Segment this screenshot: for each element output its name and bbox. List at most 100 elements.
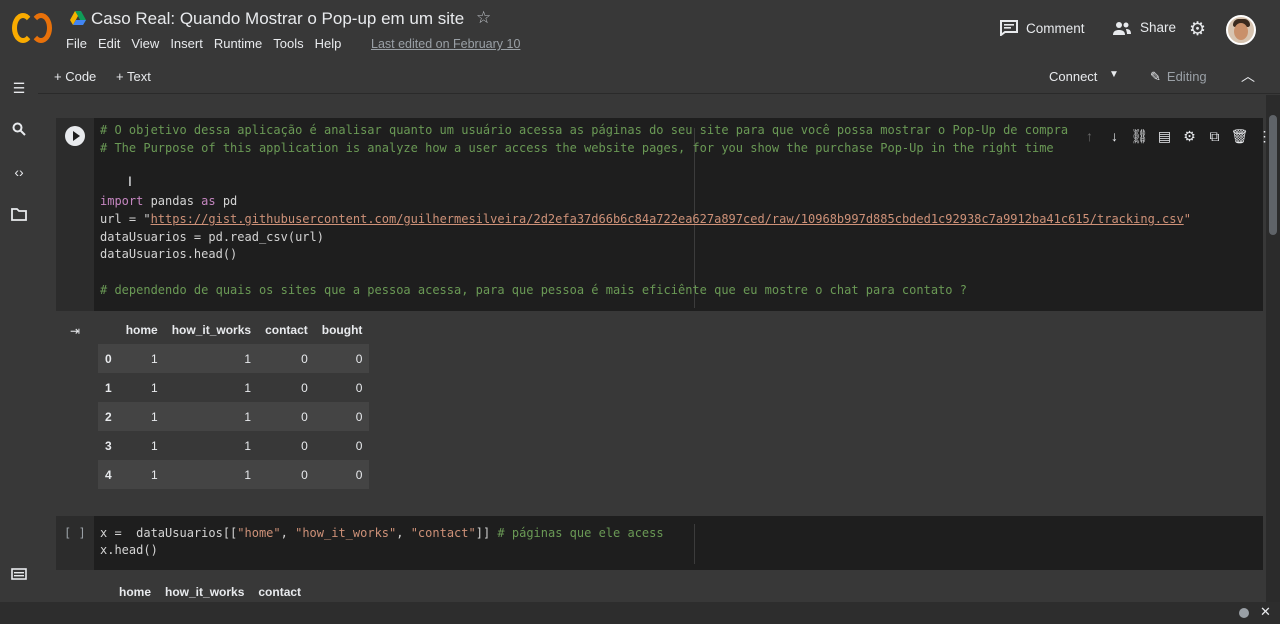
drive-icon[interactable] (70, 11, 86, 25)
last-edited-link[interactable]: Last edited on February 10 (371, 37, 520, 51)
move-down-icon[interactable]: ↓ (1102, 126, 1127, 146)
table-row: 4 1 1 0 0 (98, 460, 370, 489)
move-up-icon[interactable]: ↑ (1077, 126, 1102, 146)
column-header: home (119, 584, 152, 599)
table-cell: 1 (244, 380, 252, 395)
search-icon[interactable] (11, 122, 27, 138)
comment-label: Comment (1026, 20, 1085, 36)
menu-edit[interactable]: Edit (98, 36, 120, 51)
files-icon[interactable] (11, 208, 27, 224)
chevron-down-icon[interactable]: ▼ (1109, 69, 1119, 80)
avatar[interactable] (1226, 15, 1256, 45)
table-cell: 1 (244, 467, 252, 482)
table-cell: 1 (244, 351, 252, 366)
status-indicator-icon[interactable] (1239, 608, 1249, 618)
notebook-title[interactable]: Caso Real: Quando Mostrar o Pop-up em um… (91, 9, 464, 29)
dataframe-table: home how_it_works contact bought 0 1 1 0 0 1 1… (98, 315, 370, 489)
table-cell: 0 (301, 351, 308, 366)
comment-button[interactable]: Comment (1000, 20, 1085, 36)
run-cell-button[interactable] (65, 126, 85, 146)
cell-gutter (56, 516, 94, 570)
row-index: 1 (105, 380, 112, 395)
notebook-toolbar: + Code + Text Connect ▼ ✎ Editing ︿ (38, 62, 1280, 94)
left-rail: ☰ ‹› (0, 62, 38, 602)
code-line[interactable]: dataUsuarios.head() (100, 246, 237, 264)
comment-cell-icon[interactable]: ▤ (1152, 126, 1177, 146)
add-text-button[interactable]: + Text (116, 69, 151, 84)
delete-icon[interactable]: 🗑 (1227, 126, 1252, 146)
cell-toolbar: ↑ ↓ ⛓ ▤ ⚙ ⧉ 🗑 ⋮ (1077, 126, 1266, 146)
star-icon[interactable]: ☆ (476, 8, 491, 28)
code-line[interactable]: # dependendo de quais os sites que a pes… (100, 282, 967, 300)
output-icon[interactable]: ⇥ (70, 324, 84, 338)
mirror-cell-icon[interactable]: ⧉ (1202, 126, 1227, 146)
code-line[interactable]: url = "https://gist.githubusercontent.co… (100, 211, 1191, 229)
table-cell: 1 (151, 438, 158, 453)
table-cell: 0 (301, 380, 308, 395)
table-row: 0 1 1 0 0 (98, 344, 370, 373)
share-button[interactable]: Share (1112, 20, 1176, 35)
table-cell: 0 (355, 351, 363, 366)
settings-icon[interactable]: ⚙ (1177, 126, 1202, 146)
pencil-icon: ✎ (1150, 69, 1161, 84)
table-cell: 1 (244, 409, 252, 424)
menu-view[interactable]: View (131, 36, 159, 51)
table-row: 3 1 1 0 0 (98, 431, 370, 460)
menu-runtime[interactable]: Runtime (214, 36, 262, 51)
menu-tools[interactable]: Tools (273, 36, 303, 51)
link-icon[interactable]: ⛓ (1127, 126, 1152, 146)
app-header: Caso Real: Quando Mostrar o Pop-up em um… (0, 0, 1280, 62)
table-header-row: home how_it_works contact bought (98, 315, 369, 344)
toc-icon[interactable]: ☰ (11, 80, 27, 96)
close-icon[interactable]: ✕ (1260, 604, 1271, 620)
editing-label: Editing (1166, 69, 1207, 84)
add-code-button[interactable]: + Code (54, 69, 96, 84)
dataframe-table: home how_it_works contact (98, 577, 308, 602)
connect-button[interactable]: Connect (1049, 69, 1097, 84)
table-cell: 0 (355, 467, 363, 482)
scrollbar-thumb[interactable] (1269, 115, 1277, 235)
table-cell: 1 (151, 351, 158, 366)
column-header: contact (258, 584, 302, 599)
menu-file[interactable]: File (66, 36, 87, 51)
menu-help[interactable]: Help (315, 36, 342, 51)
status-bar: ✕ (0, 602, 1280, 624)
comment-icon (1000, 20, 1018, 36)
code-line[interactable]: x.head() (100, 542, 158, 560)
code-cell[interactable]: ↑ ↓ ⛓ ▤ ⚙ ⧉ 🗑 ⋮ # O objetivo dessa aplic… (56, 118, 1266, 311)
code-snippets-icon[interactable]: ‹› (11, 164, 27, 180)
colab-logo[interactable] (12, 13, 52, 43)
column-header: contact (265, 322, 308, 337)
code-cell[interactable]: [ ] x = dataUsuarios[["home", "how_it_wo… (56, 516, 1263, 570)
chevron-up-icon[interactable]: ︿ (1241, 66, 1255, 86)
more-options-icon[interactable]: ⋮ (1252, 126, 1267, 146)
row-index: 3 (105, 438, 112, 453)
url-link[interactable]: https://gist.githubusercontent.com/guilh… (151, 212, 1184, 226)
gear-icon[interactable]: ⚙ (1189, 18, 1206, 41)
table-cell: 1 (151, 380, 158, 395)
share-icon (1113, 21, 1131, 35)
table-cell: 0 (301, 438, 308, 453)
editing-indicator[interactable]: ✎ Editing (1150, 69, 1207, 85)
scrollbar[interactable] (1266, 95, 1280, 602)
terminal-icon[interactable] (11, 567, 27, 583)
code-line[interactable]: # O objetivo dessa aplicação é analisar … (100, 122, 1068, 140)
code-line[interactable]: import pandas as pd (100, 193, 237, 211)
table-cell: 1 (151, 467, 158, 482)
execution-prompt[interactable]: [ ] (64, 526, 86, 540)
table-cell: 0 (301, 467, 308, 482)
table-cell: 0 (355, 409, 363, 424)
column-header: how_it_works (165, 584, 245, 599)
table-cell: 0 (355, 380, 363, 395)
menu-bar: File Edit View Insert Runtime Tools Help (66, 36, 352, 51)
cell-gutter (56, 118, 94, 311)
code-line[interactable]: x = dataUsuarios[["home", "how_it_works"… (100, 525, 664, 543)
line-length-guide (694, 524, 695, 564)
column-header: home (125, 322, 158, 337)
table-cell: 1 (151, 409, 158, 424)
code-line[interactable]: # The Purpose of this application is ana… (100, 140, 1054, 158)
code-line[interactable]: dataUsuarios = pd.read_csv(url) (100, 229, 324, 247)
table-cell: 0 (301, 409, 308, 424)
menu-insert[interactable]: Insert (170, 36, 203, 51)
row-index: 4 (105, 467, 112, 482)
